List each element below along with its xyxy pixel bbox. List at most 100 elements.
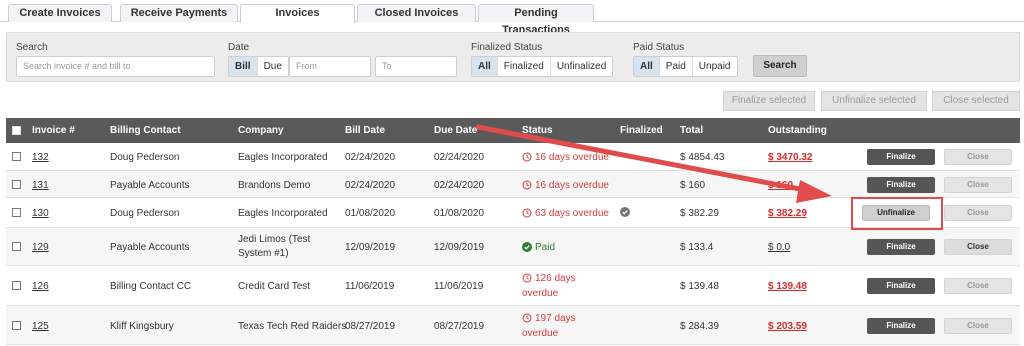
date-type-toggle: Bill Due	[228, 56, 289, 77]
unfinalize-selected-button[interactable]: Unfinalize selected	[821, 91, 927, 111]
paid-status-label: Paid Status	[633, 42, 685, 53]
column-outstanding[interactable]: Outstanding	[768, 118, 827, 143]
company: Credit Card Test	[238, 281, 311, 292]
finalize-button[interactable]: Finalize	[867, 149, 935, 165]
column-finalized[interactable]: Finalized	[620, 118, 663, 143]
check-circle-icon	[522, 242, 532, 252]
unfinalize-button[interactable]: Unfinalize	[862, 205, 930, 221]
row-checkbox[interactable]	[12, 281, 21, 290]
bill-date: 02/24/2020	[345, 180, 396, 191]
row-checkbox[interactable]	[12, 152, 21, 161]
status-text-line-2: overdue	[522, 328, 559, 339]
tab-invoices[interactable]: Invoices	[240, 4, 355, 23]
finalized-finalized-option[interactable]: Finalized	[498, 57, 551, 76]
row-checkbox[interactable]	[12, 321, 21, 330]
status: 197 days	[522, 313, 576, 324]
due-date: 12/09/2019	[434, 242, 485, 253]
finalized-status-label: Finalized Status	[471, 42, 543, 53]
tab-pending-transactions[interactable]: Pending Transactions	[478, 4, 594, 36]
company: Eagles Incorporated	[238, 208, 328, 219]
finalize-button[interactable]: Finalize	[867, 177, 935, 193]
status: 126 days	[522, 273, 576, 284]
paid-unpaid-option[interactable]: Unpaid	[693, 57, 737, 76]
due-date: 08/27/2019	[434, 321, 485, 332]
bill-date: 01/08/2020	[345, 208, 396, 219]
status: 16 days overdue	[522, 180, 609, 191]
column-bill-date[interactable]: Bill Date	[345, 118, 385, 143]
bill-date: 12/09/2019	[345, 242, 396, 253]
company: Eagles Incorporated	[238, 152, 328, 163]
status: 63 days overdue	[522, 208, 609, 219]
status-text-line-1: 126 days	[535, 273, 576, 284]
invoice-number-link[interactable]: 132	[32, 152, 49, 163]
close-button[interactable]: Close	[944, 177, 1012, 193]
invoice-number-link[interactable]: 130	[32, 208, 49, 219]
search-button[interactable]: Search	[753, 55, 807, 77]
outstanding-link[interactable]: $ 139.48	[768, 281, 807, 292]
billing-contact: Doug Pederson	[110, 208, 180, 219]
finalize-button[interactable]: Finalize	[867, 239, 935, 255]
date-due-option[interactable]: Due	[258, 57, 288, 76]
status-text: Paid	[535, 242, 556, 253]
close-button[interactable]: Close	[944, 239, 1012, 255]
due-date: 11/06/2019	[434, 281, 484, 292]
column-status[interactable]: Status	[522, 118, 553, 143]
table-row: 125 Kliff Kingsbury Texas Tech Red Raide…	[6, 306, 1020, 345]
row-checkbox[interactable]	[12, 180, 21, 189]
row-checkbox[interactable]	[12, 242, 21, 251]
outstanding-link[interactable]: $ 203.59	[768, 321, 807, 332]
finalized-unfinalized-option[interactable]: Unfinalized	[551, 57, 612, 76]
invoice-number-link[interactable]: 131	[32, 180, 49, 191]
total: $ 4854.43	[680, 152, 725, 163]
status-text: 16 days overdue	[535, 180, 609, 191]
finalized-check-icon	[620, 207, 630, 217]
column-due-date[interactable]: Due Date	[434, 118, 477, 143]
table-row: 126 Billing Contact CC Credit Card Test …	[6, 266, 1020, 306]
column-company[interactable]: Company	[238, 118, 284, 143]
search-label: Search	[16, 42, 48, 53]
column-invoice-number[interactable]: Invoice #	[32, 118, 75, 143]
close-button[interactable]: Close	[944, 318, 1012, 334]
bill-date: 11/06/2019	[345, 281, 395, 292]
finalized-all-option[interactable]: All	[472, 57, 498, 76]
search-input[interactable]: Search invoice # and bill to	[16, 56, 215, 77]
table-row: 130 Doug Pederson Eagles Incorporated 01…	[6, 198, 1020, 228]
date-to-input[interactable]: To	[375, 56, 457, 77]
tab-closed-invoices[interactable]: Closed Invoices	[357, 4, 476, 22]
outstanding-link[interactable]: $ 3470.32	[768, 152, 813, 163]
select-all-checkbox[interactable]	[12, 126, 21, 135]
paid-all-option[interactable]: All	[634, 57, 660, 76]
tab-receive-payments[interactable]: Receive Payments	[120, 4, 238, 22]
company-line-1: Jedi Limos (Test	[238, 234, 311, 245]
close-button[interactable]: Close	[944, 278, 1012, 294]
tab-create-invoices[interactable]: Create Invoices	[8, 4, 112, 22]
outstanding-link[interactable]: $ 160	[768, 180, 793, 191]
company: Brandons Demo	[238, 180, 311, 191]
filter-panel: Search Search invoice # and bill to Date…	[6, 32, 1020, 82]
column-total[interactable]: Total	[680, 118, 703, 143]
invoice-number-link[interactable]: 126	[32, 281, 49, 292]
finalize-selected-button[interactable]: Finalize selected	[723, 91, 815, 111]
close-selected-button[interactable]: Close selected	[932, 91, 1020, 111]
clock-icon	[522, 208, 532, 218]
column-billing-contact[interactable]: Billing Contact	[110, 118, 181, 143]
bill-date: 08/27/2019	[345, 321, 396, 332]
invoice-number-link[interactable]: 125	[32, 321, 49, 332]
finalize-button[interactable]: Finalize	[867, 278, 935, 294]
date-bill-option[interactable]: Bill	[229, 57, 258, 76]
date-label: Date	[228, 42, 250, 53]
finalize-button[interactable]: Finalize	[867, 318, 935, 334]
date-from-input[interactable]: From	[289, 56, 371, 77]
status: 16 days overdue	[522, 152, 609, 163]
total: $ 284.39	[680, 321, 719, 332]
row-checkbox[interactable]	[12, 208, 21, 217]
close-button[interactable]: Close	[944, 205, 1012, 221]
paid-paid-option[interactable]: Paid	[660, 57, 693, 76]
outstanding-link[interactable]: $ 0.0	[768, 242, 790, 253]
bill-date: 02/24/2020	[345, 152, 396, 163]
clock-icon	[522, 313, 532, 323]
outstanding-link[interactable]: $ 382.29	[768, 208, 807, 219]
close-button[interactable]: Close	[944, 149, 1012, 165]
company-line-2: System #1)	[238, 248, 289, 259]
invoice-number-link[interactable]: 129	[32, 242, 49, 253]
